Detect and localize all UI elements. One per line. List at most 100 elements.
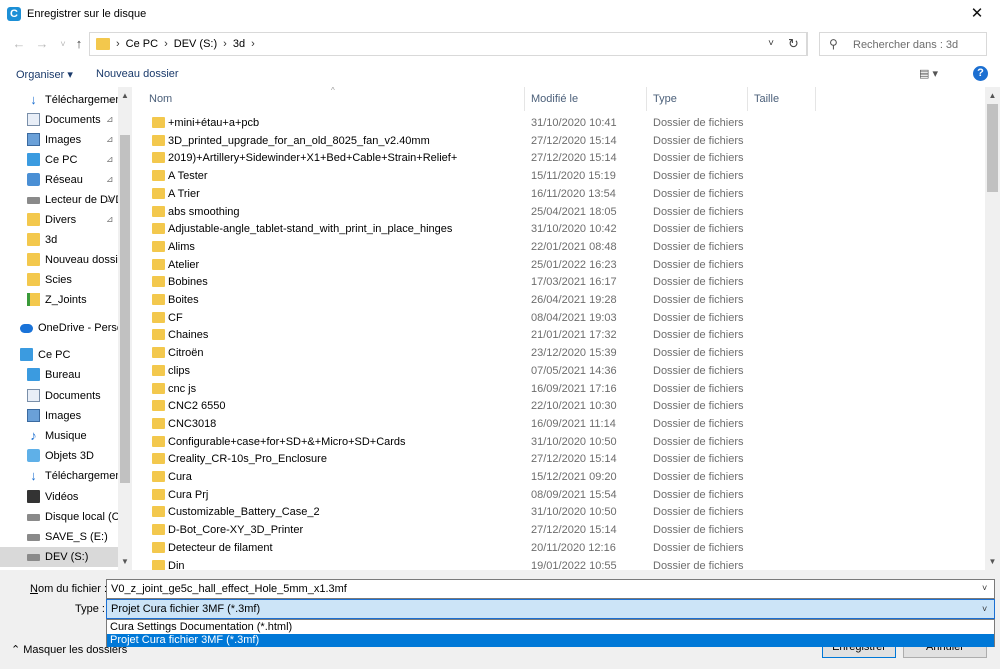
table-row[interactable]: Detecteur de filament 20/11/2020 12:16 Dos… <box>136 539 985 557</box>
address-bar[interactable]: › Ce PC › DEV (S:) › 3d › <box>89 32 807 56</box>
table-row[interactable]: CF 08/04/2021 19:03 Dossier de fichiers <box>136 309 985 327</box>
column-divider[interactable] <box>747 87 748 111</box>
file-date: 22/10/2021 10:30 <box>531 400 617 413</box>
forward-arrow-icon[interactable]: → <box>33 35 51 53</box>
file-name: +mini+étau+a+pcb <box>168 117 260 129</box>
file-type-option[interactable]: Cura Settings Documentation (*.html) <box>107 621 994 634</box>
table-row[interactable]: Adjustable-angle_tablet-stand_with_print… <box>136 220 985 238</box>
column-type[interactable]: Type <box>653 93 677 105</box>
table-row[interactable]: Cura 15/12/2021 09:20 Dossier de fichiers <box>136 468 985 486</box>
sidebar-item[interactable]: Images <box>0 406 118 426</box>
table-row[interactable]: clips 07/05/2021 14:36 Dossier de fichiers <box>136 362 985 380</box>
sidebar-item[interactable]: Documents ⊿ <box>0 110 118 130</box>
breadcrumb-item[interactable]: 3d <box>233 38 245 50</box>
sidebar-item[interactable]: Disque local (C:) <box>0 507 118 527</box>
column-date[interactable]: Modifié le <box>531 93 578 105</box>
sidebar-item[interactable]: DEV (S:) <box>0 547 118 567</box>
sidebar-item[interactable]: Bureau <box>0 365 118 385</box>
file-type-dropdown-icon[interactable]: ˅ <box>982 604 987 614</box>
table-row[interactable]: Creality_CR-10s_Pro_Enclosure 27/12/2020 … <box>136 450 985 468</box>
table-row[interactable]: A Tester 15/11/2020 15:19 Dossier de fichi… <box>136 167 985 185</box>
table-row[interactable]: Citroën 23/12/2020 15:39 Dossier de fichie… <box>136 344 985 362</box>
file-date: 16/11/2020 13:54 <box>531 187 616 200</box>
table-row[interactable]: Cura Prj 08/09/2021 15:54 Dossier de fichi… <box>136 486 985 504</box>
column-name[interactable]: Nom <box>149 93 172 105</box>
column-divider[interactable] <box>815 87 816 111</box>
command-bar: Organiser ▾ Nouveau dossier ▤ ▾ ? <box>0 62 1000 86</box>
folder-icon <box>152 294 165 305</box>
sidebar-item-label: Images <box>45 134 82 146</box>
table-row[interactable]: CNC2 6550 22/10/2021 10:30 Dossier de fich… <box>136 397 985 415</box>
table-row[interactable]: D-Bot_Core-XY_3D_Printer 27/12/2020 15:14… <box>136 521 985 539</box>
organize-button[interactable]: Organiser ▾ <box>16 68 73 81</box>
file-name: Cura <box>168 471 192 483</box>
sort-ascending-icon: ^ <box>331 86 335 95</box>
table-row[interactable]: Configurable+case+for+SD+&+Micro+SD+Card… <box>136 433 985 451</box>
file-list-scroll-down-icon[interactable]: ▼ <box>985 557 1000 566</box>
file-date: 08/04/2021 19:03 <box>531 311 617 324</box>
table-row[interactable]: 3D_printed_upgrade_for_an_old_8025_fan_v… <box>136 132 985 150</box>
sidebar-scroll-down-icon[interactable]: ▼ <box>118 557 132 566</box>
table-row[interactable]: A Trier 16/11/2020 13:54 Dossier de fichie… <box>136 185 985 203</box>
sidebar-item[interactable]: Vidéos <box>0 487 118 507</box>
file-name-dropdown-icon[interactable]: ˅ <box>982 583 987 593</box>
file-type-option-selected[interactable]: Projet Cura fichier 3MF (*.3mf) <box>107 634 994 647</box>
table-row[interactable]: Atelier 25/01/2022 16:23 Dossier de fichie… <box>136 256 985 274</box>
file-name-input[interactable] <box>106 579 995 599</box>
table-row[interactable]: abs smoothing 25/04/2021 18:05 Dossier de … <box>136 203 985 221</box>
file-list-scroll-up-icon[interactable]: ▲ <box>985 91 1000 100</box>
breadcrumb-item[interactable]: DEV (S:) <box>174 38 217 50</box>
table-row[interactable]: Chaines 21/01/2021 17:32 Dossier de fichie… <box>136 326 985 344</box>
table-row[interactable]: Din 19/01/2022 10:55 Dossier de fichiers <box>136 557 985 570</box>
back-arrow-icon[interactable]: ← <box>10 35 28 53</box>
sidebar-item[interactable]: Z_Joints <box>0 290 118 310</box>
sidebar-item[interactable]: Documents <box>0 386 118 406</box>
sidebar-item[interactable]: ↓ Téléchargements <box>0 466 118 486</box>
sidebar-item[interactable]: OneDrive - Personal <box>0 318 118 338</box>
table-row[interactable]: 2019)+Artillery+Sidewinder+X1+Bed+Cable+… <box>136 149 985 167</box>
sidebar-item[interactable]: Objets 3D <box>0 446 118 466</box>
new-folder-button[interactable]: Nouveau dossier <box>96 68 179 80</box>
file-type: Dossier de fichiers <box>653 187 744 200</box>
sidebar-item[interactable]: Ce PC <box>0 345 118 365</box>
sidebar-item[interactable]: Scies <box>0 270 118 290</box>
folder-icon <box>152 117 165 128</box>
sidebar-item[interactable]: Lecteur de DVD ⊿ <box>0 190 118 210</box>
file-type: Dossier de fichiers <box>653 294 744 306</box>
sidebar-item[interactable]: 3d <box>0 230 118 250</box>
table-row[interactable]: Bobines 17/03/2021 16:17 Dossier de fichie… <box>136 273 985 291</box>
close-button[interactable]: ✕ <box>954 0 1000 29</box>
view-options-icon[interactable]: ▤ ▾ <box>919 67 938 80</box>
sidebar-item[interactable]: ♪ Musique <box>0 426 118 446</box>
column-divider[interactable] <box>646 87 647 111</box>
file-type: Dossier de fichiers <box>653 329 744 342</box>
table-row[interactable]: Customizable_Battery_Case_2 31/10/2020 10… <box>136 503 985 521</box>
table-row[interactable]: Boites 26/04/2021 19:28 Dossier de fichier… <box>136 291 985 309</box>
column-size[interactable]: Taille <box>754 93 779 105</box>
help-icon[interactable]: ? <box>973 66 988 81</box>
sidebar-item[interactable]: ↓Téléchargements⊿ <box>0 90 118 110</box>
table-row[interactable]: CNC3018 16/09/2021 11:14 Dossier de fichie… <box>136 415 985 433</box>
sidebar-item[interactable]: Réseau ⊿ <box>0 170 118 190</box>
sidebar-scroll-up-icon[interactable]: ▲ <box>118 91 132 100</box>
file-list-scroll-thumb[interactable] <box>987 104 998 192</box>
sidebar-item[interactable]: Divers ⊿ <box>0 210 118 230</box>
sidebar-item[interactable]: Nouveau dossier <box>0 250 118 270</box>
sidebar-item[interactable]: SAVE_S (E:) <box>0 527 118 547</box>
up-arrow-icon[interactable]: ↑ <box>70 35 88 53</box>
sidebar-item-label: Scies <box>45 274 72 286</box>
file-type-select[interactable]: Projet Cura fichier 3MF (*.3mf) <box>106 599 995 619</box>
sidebar-scroll-thumb[interactable] <box>120 135 130 483</box>
table-row[interactable]: +mini+étau+a+pcb 31/10/2020 10:41 Dossier … <box>136 114 985 132</box>
table-row[interactable]: Alims 22/01/2021 08:48 Dossier de fichiers <box>136 238 985 256</box>
sidebar-item[interactable]: Images ⊿ <box>0 130 118 150</box>
refresh-button[interactable]: ↻ <box>780 32 808 56</box>
search-box[interactable]: ⚲ Rechercher dans : 3d <box>819 32 987 56</box>
table-row[interactable]: cnc js 16/09/2021 17:16 Dossier de fichier… <box>136 380 985 398</box>
column-divider[interactable] <box>524 87 525 111</box>
sidebar-item[interactable]: Ce PC ⊿ <box>0 150 118 170</box>
breadcrumb-item[interactable]: Ce PC <box>126 38 158 50</box>
address-dropdown-icon[interactable]: ˅ <box>762 35 780 53</box>
file-date: 21/01/2021 17:32 <box>531 329 617 342</box>
search-input[interactable]: Rechercher dans : 3d <box>853 39 958 51</box>
